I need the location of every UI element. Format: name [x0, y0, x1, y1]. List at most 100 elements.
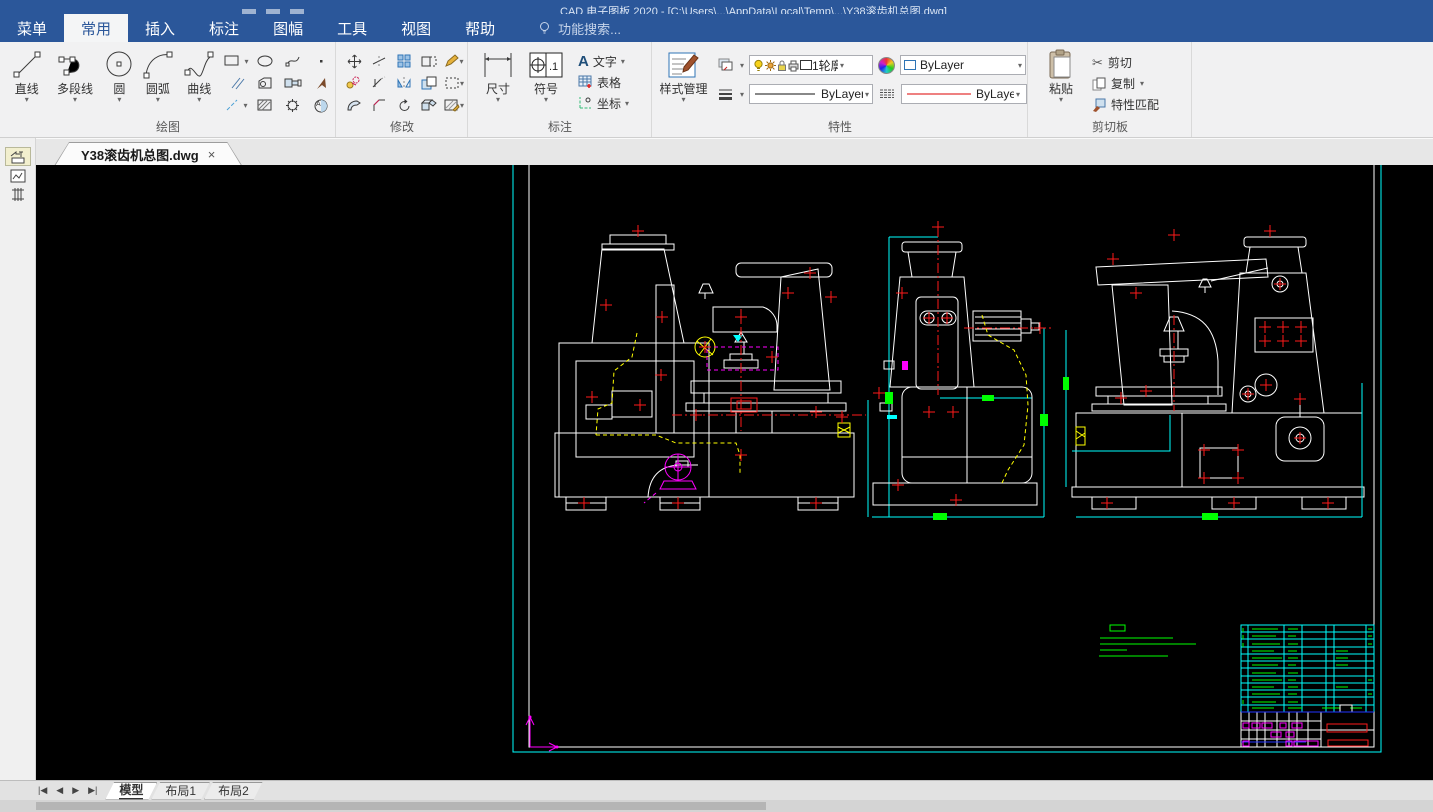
shift-button[interactable] — [342, 95, 366, 115]
circle-button[interactable]: 圆▾ — [103, 42, 137, 124]
tab-layout2[interactable]: 布局2 — [204, 782, 263, 800]
mirror-button[interactable] — [392, 73, 416, 93]
menu-item-insert[interactable]: 插入 — [128, 14, 192, 42]
arc-button[interactable]: 圆弧▾ — [136, 42, 179, 124]
array-button[interactable] — [392, 51, 416, 71]
chamfer-button[interactable] — [367, 95, 391, 115]
menu-item-menu[interactable]: 菜单 — [0, 14, 64, 42]
layer-combo[interactable]: 1轮廓 ▾ — [749, 55, 873, 75]
move-button[interactable] — [342, 51, 366, 71]
fit-curve-button[interactable] — [279, 51, 306, 71]
nav-prev-icon[interactable]: ◀ — [56, 785, 63, 796]
line-icon — [12, 49, 42, 81]
layers-icon[interactable] — [717, 57, 735, 73]
dropdown-arrow-icon: ▾ — [496, 96, 500, 104]
ribbon: 直线▾ 多段线▾ 圆▾ 圆弧▾ 曲线▾ ▾ ▾ — [0, 42, 1433, 138]
paste-button[interactable]: 粘贴▾ — [1038, 42, 1084, 124]
scale-button[interactable]: ▾ — [442, 73, 466, 93]
point-button[interactable] — [307, 51, 334, 71]
palette-library-icon[interactable] — [6, 167, 30, 184]
parallel-line-button[interactable] — [223, 73, 250, 93]
spline-button[interactable]: 曲线▾ — [180, 42, 219, 124]
ellipse-button[interactable] — [251, 51, 278, 71]
view-front — [555, 225, 866, 510]
polyline-icon — [58, 49, 92, 81]
local-detail-button[interactable]: A — [307, 95, 334, 115]
paste-icon — [1046, 49, 1076, 81]
window-title: CAD 电子图板 2020 - [C:\Users\...\AppData\Lo… — [560, 3, 947, 14]
dropdown-arrow-icon: ▾ — [117, 96, 121, 104]
color-combo[interactable]: ByLayer ▾ — [900, 55, 1026, 75]
palette-pin-icon[interactable] — [6, 148, 30, 165]
layer-lock-icon — [777, 59, 787, 72]
lamp-icon — [538, 21, 551, 36]
style-manager-button[interactable]: 样式管理▾ — [658, 42, 709, 124]
rectangle-button[interactable]: ▾ — [223, 51, 250, 71]
text-button[interactable]: A文字▾ — [578, 52, 629, 70]
axis-line-button[interactable]: ▾ — [223, 95, 250, 115]
polyline-button[interactable]: 多段线▾ — [47, 42, 102, 124]
stretch-button[interactable] — [417, 51, 441, 71]
line-button[interactable]: 直线▾ — [6, 42, 47, 124]
menu-item-view[interactable]: 视图 — [384, 14, 448, 42]
tab-layout1[interactable]: 布局1 — [151, 782, 210, 800]
menu-item-annotate[interactable]: 标注 — [192, 14, 256, 42]
section-label-clipboard: 剪切板 — [1028, 118, 1192, 135]
gear-button[interactable] — [279, 95, 306, 115]
text-icon: A — [578, 53, 589, 70]
tab-model[interactable]: 模型 — [105, 782, 157, 800]
close-icon[interactable]: × — [208, 147, 216, 162]
drawing-canvas[interactable] — [36, 165, 1433, 780]
color-swatch — [904, 60, 916, 70]
contour-button[interactable] — [251, 73, 278, 93]
nav-first-icon[interactable]: |◀ — [38, 785, 47, 796]
dropdown-arrow-icon: ▾ — [740, 90, 744, 99]
dimension-button[interactable]: 尺寸▾ — [476, 42, 520, 124]
section-label-draw: 绘图 — [0, 118, 336, 135]
layer-name: 1轮廓 — [812, 57, 838, 74]
lineweight-icon[interactable] — [717, 87, 735, 101]
explode-button[interactable] — [417, 95, 441, 115]
palette-options-icon[interactable] — [6, 186, 30, 203]
nav-next-icon[interactable]: ▶ — [72, 785, 79, 796]
feature-search[interactable]: 功能搜索... — [512, 14, 621, 42]
menu-item-sheet[interactable]: 图幅 — [256, 14, 320, 42]
copy-button[interactable]: 复制▾ — [1092, 75, 1159, 92]
copy-move-button[interactable] — [342, 73, 366, 93]
menu-item-help[interactable]: 帮助 — [448, 14, 512, 42]
symbol-button[interactable]: .1 符号▾ — [520, 42, 572, 124]
cut-button[interactable]: ✂剪切 — [1092, 54, 1159, 71]
ribbon-filler — [1192, 42, 1433, 137]
menu-item-home[interactable]: 常用 — [64, 14, 128, 42]
hatch-edit-button[interactable]: ▾ — [442, 95, 466, 115]
linetype-combo[interactable]: ByLayer ▾ — [749, 84, 873, 104]
menu-item-tools[interactable]: 工具 — [320, 14, 384, 42]
extend-button[interactable] — [367, 73, 391, 93]
break-button[interactable] — [417, 73, 441, 93]
menu-bar: 菜单 常用 插入 标注 图幅 工具 视图 帮助 功能搜索... — [0, 14, 1433, 42]
coordinate-button[interactable]: 坐标▾ — [578, 94, 629, 112]
spline-icon — [183, 49, 215, 81]
cut-icon: ✂ — [1092, 55, 1103, 71]
pick-arrow-button[interactable] — [307, 73, 334, 93]
linestyle-icon[interactable] — [878, 87, 896, 101]
linecolor-combo[interactable]: ByLayer ▾ — [901, 84, 1027, 104]
hole-shaft-button[interactable] — [279, 73, 306, 93]
document-tab-label: Y38滚齿机总图.dwg — [81, 145, 199, 164]
scrollbar-thumb[interactable] — [36, 802, 766, 810]
dimension-icon — [482, 49, 514, 81]
color-wheel-icon[interactable] — [878, 57, 895, 74]
table-button[interactable]: 表格 — [578, 73, 629, 91]
nav-last-icon[interactable]: ▶| — [88, 785, 97, 796]
document-tab[interactable]: Y38滚齿机总图.dwg × — [55, 143, 241, 166]
edit-button[interactable]: ▾ — [442, 51, 466, 71]
horizontal-scrollbar[interactable] — [0, 800, 1433, 812]
dropdown-arrow-icon: ▾ — [1059, 96, 1063, 104]
hatch-button[interactable] — [251, 95, 278, 115]
trim-button[interactable] — [367, 51, 391, 71]
sheet-frame — [513, 165, 1381, 752]
match-properties-button[interactable]: 特性匹配 — [1092, 96, 1159, 113]
match-properties-icon — [1092, 98, 1106, 112]
title-block — [1241, 712, 1374, 747]
rotate-button[interactable] — [392, 95, 416, 115]
